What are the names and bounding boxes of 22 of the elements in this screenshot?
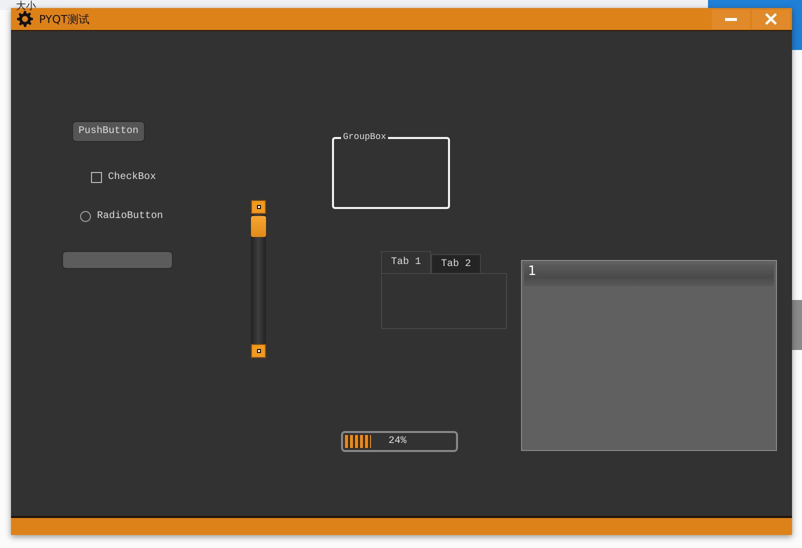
desktop-panel (792, 300, 802, 350)
checkbox[interactable] (91, 172, 102, 183)
group-box-title: GroupBox (341, 132, 388, 143)
minimize-button[interactable] (712, 10, 750, 28)
input-field[interactable] (62, 251, 173, 269)
scroll-handle[interactable] (251, 216, 266, 237)
tab[interactable]: Tab 1 (381, 251, 431, 273)
tab[interactable]: Tab 2 (431, 254, 481, 273)
gear-icon (17, 11, 33, 27)
push-button[interactable]: PushButton (72, 121, 145, 142)
scroll-bar[interactable] (251, 200, 266, 358)
radio-label: RadioButton (97, 211, 164, 222)
radio-button[interactable] (80, 211, 91, 222)
scroll-up-button[interactable] (251, 200, 266, 214)
window-title: PYQT测试 (39, 12, 90, 26)
minimize-icon (725, 18, 737, 20)
close-button[interactable] (752, 10, 790, 28)
scroll-down-button[interactable] (251, 344, 266, 358)
list-item[interactable]: 1 (524, 264, 774, 286)
progress-text: 24% (388, 436, 408, 448)
checkbox-label: CheckBox (108, 172, 156, 183)
close-icon (764, 12, 778, 26)
